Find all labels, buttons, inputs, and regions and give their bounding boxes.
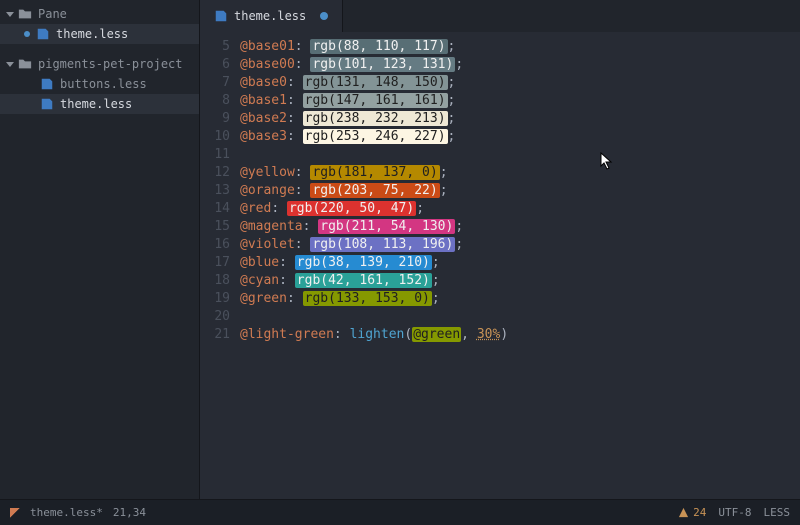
modified-file-icon [10,508,20,518]
code-content[interactable]: @base01: rgb(88, 110, 117);@base00: rgb(… [240,38,800,499]
status-warnings[interactable]: 24 [678,506,706,519]
code-line[interactable]: @base3: rgb(253, 246, 227); [240,128,800,146]
tab-theme-less[interactable]: theme.less [200,0,343,32]
line-number: 9 [200,110,230,128]
tree-item-label: buttons.less [60,77,147,91]
status-bar: theme.less* 21,34 24 UTF-8 LESS [0,499,800,525]
line-number: 11 [200,146,230,164]
status-grammar[interactable]: LESS [764,506,791,519]
tree-view[interactable]: Pane theme.less pigments-pet-project but… [0,0,200,499]
line-number: 13 [200,182,230,200]
code-line[interactable]: @blue: rgb(38, 139, 210); [240,254,800,272]
line-number: 6 [200,56,230,74]
folder-icon [18,7,32,21]
tree-item-theme-less[interactable]: theme.less [0,94,199,114]
code-line[interactable]: @light-green: lighten(@green, 30%) [240,326,800,344]
code-line[interactable] [240,308,800,326]
less-file-icon [40,77,54,91]
line-number: 20 [200,308,230,326]
line-number: 12 [200,164,230,182]
tree-item-label: theme.less [56,27,128,41]
line-number: 15 [200,218,230,236]
code-line[interactable]: @yellow: rgb(181, 137, 0); [240,164,800,182]
status-encoding[interactable]: UTF-8 [718,506,751,519]
tree-root-pane[interactable]: Pane [0,4,199,24]
chevron-down-icon [6,10,14,18]
code-line[interactable]: @violet: rgb(108, 113, 196); [240,236,800,254]
less-file-icon [36,27,50,41]
code-line[interactable]: @base01: rgb(88, 110, 117); [240,38,800,56]
tree-item-label: theme.less [60,97,132,111]
code-line[interactable]: @red: rgb(220, 50, 47); [240,200,800,218]
line-number: 10 [200,128,230,146]
folder-icon [18,57,32,71]
status-cursor-position[interactable]: 21,34 [113,506,146,519]
less-file-icon [214,9,228,23]
line-number: 7 [200,74,230,92]
code-line[interactable]: @base0: rgb(131, 148, 150); [240,74,800,92]
tree-item-theme-less-open[interactable]: theme.less [0,24,199,44]
tree-project-root[interactable]: pigments-pet-project [0,54,199,74]
modified-dot-icon [320,12,328,20]
line-number: 5 [200,38,230,56]
tree-item-buttons-less[interactable]: buttons.less [0,74,199,94]
line-number: 21 [200,326,230,344]
chevron-down-icon [6,60,14,68]
code-line[interactable]: @base1: rgb(147, 161, 161); [240,92,800,110]
tab-bar: theme.less [200,0,800,32]
code-line[interactable]: @green: rgb(133, 153, 0); [240,290,800,308]
tree-item-label: pigments-pet-project [38,57,183,71]
line-number: 17 [200,254,230,272]
code-line[interactable]: @base2: rgb(238, 232, 213); [240,110,800,128]
status-filename[interactable]: theme.less* [30,506,103,519]
code-line[interactable]: @base00: rgb(101, 123, 131); [240,56,800,74]
code-line[interactable]: @magenta: rgb(211, 54, 130); [240,218,800,236]
line-number: 16 [200,236,230,254]
code-line[interactable] [240,146,800,164]
tab-label: theme.less [234,9,306,23]
tree-root-label: Pane [38,7,67,21]
line-number: 14 [200,200,230,218]
status-warning-count: 24 [693,506,706,519]
line-number: 8 [200,92,230,110]
text-editor[interactable]: 56789101112131415161718192021 @base01: r… [200,32,800,499]
less-file-icon [40,97,54,111]
line-number: 19 [200,290,230,308]
editor-area: theme.less 56789101112131415161718192021… [200,0,800,499]
line-number: 18 [200,272,230,290]
line-numbers-gutter: 56789101112131415161718192021 [200,38,240,499]
code-line[interactable]: @cyan: rgb(42, 161, 152); [240,272,800,290]
code-line[interactable]: @orange: rgb(203, 75, 22); [240,182,800,200]
